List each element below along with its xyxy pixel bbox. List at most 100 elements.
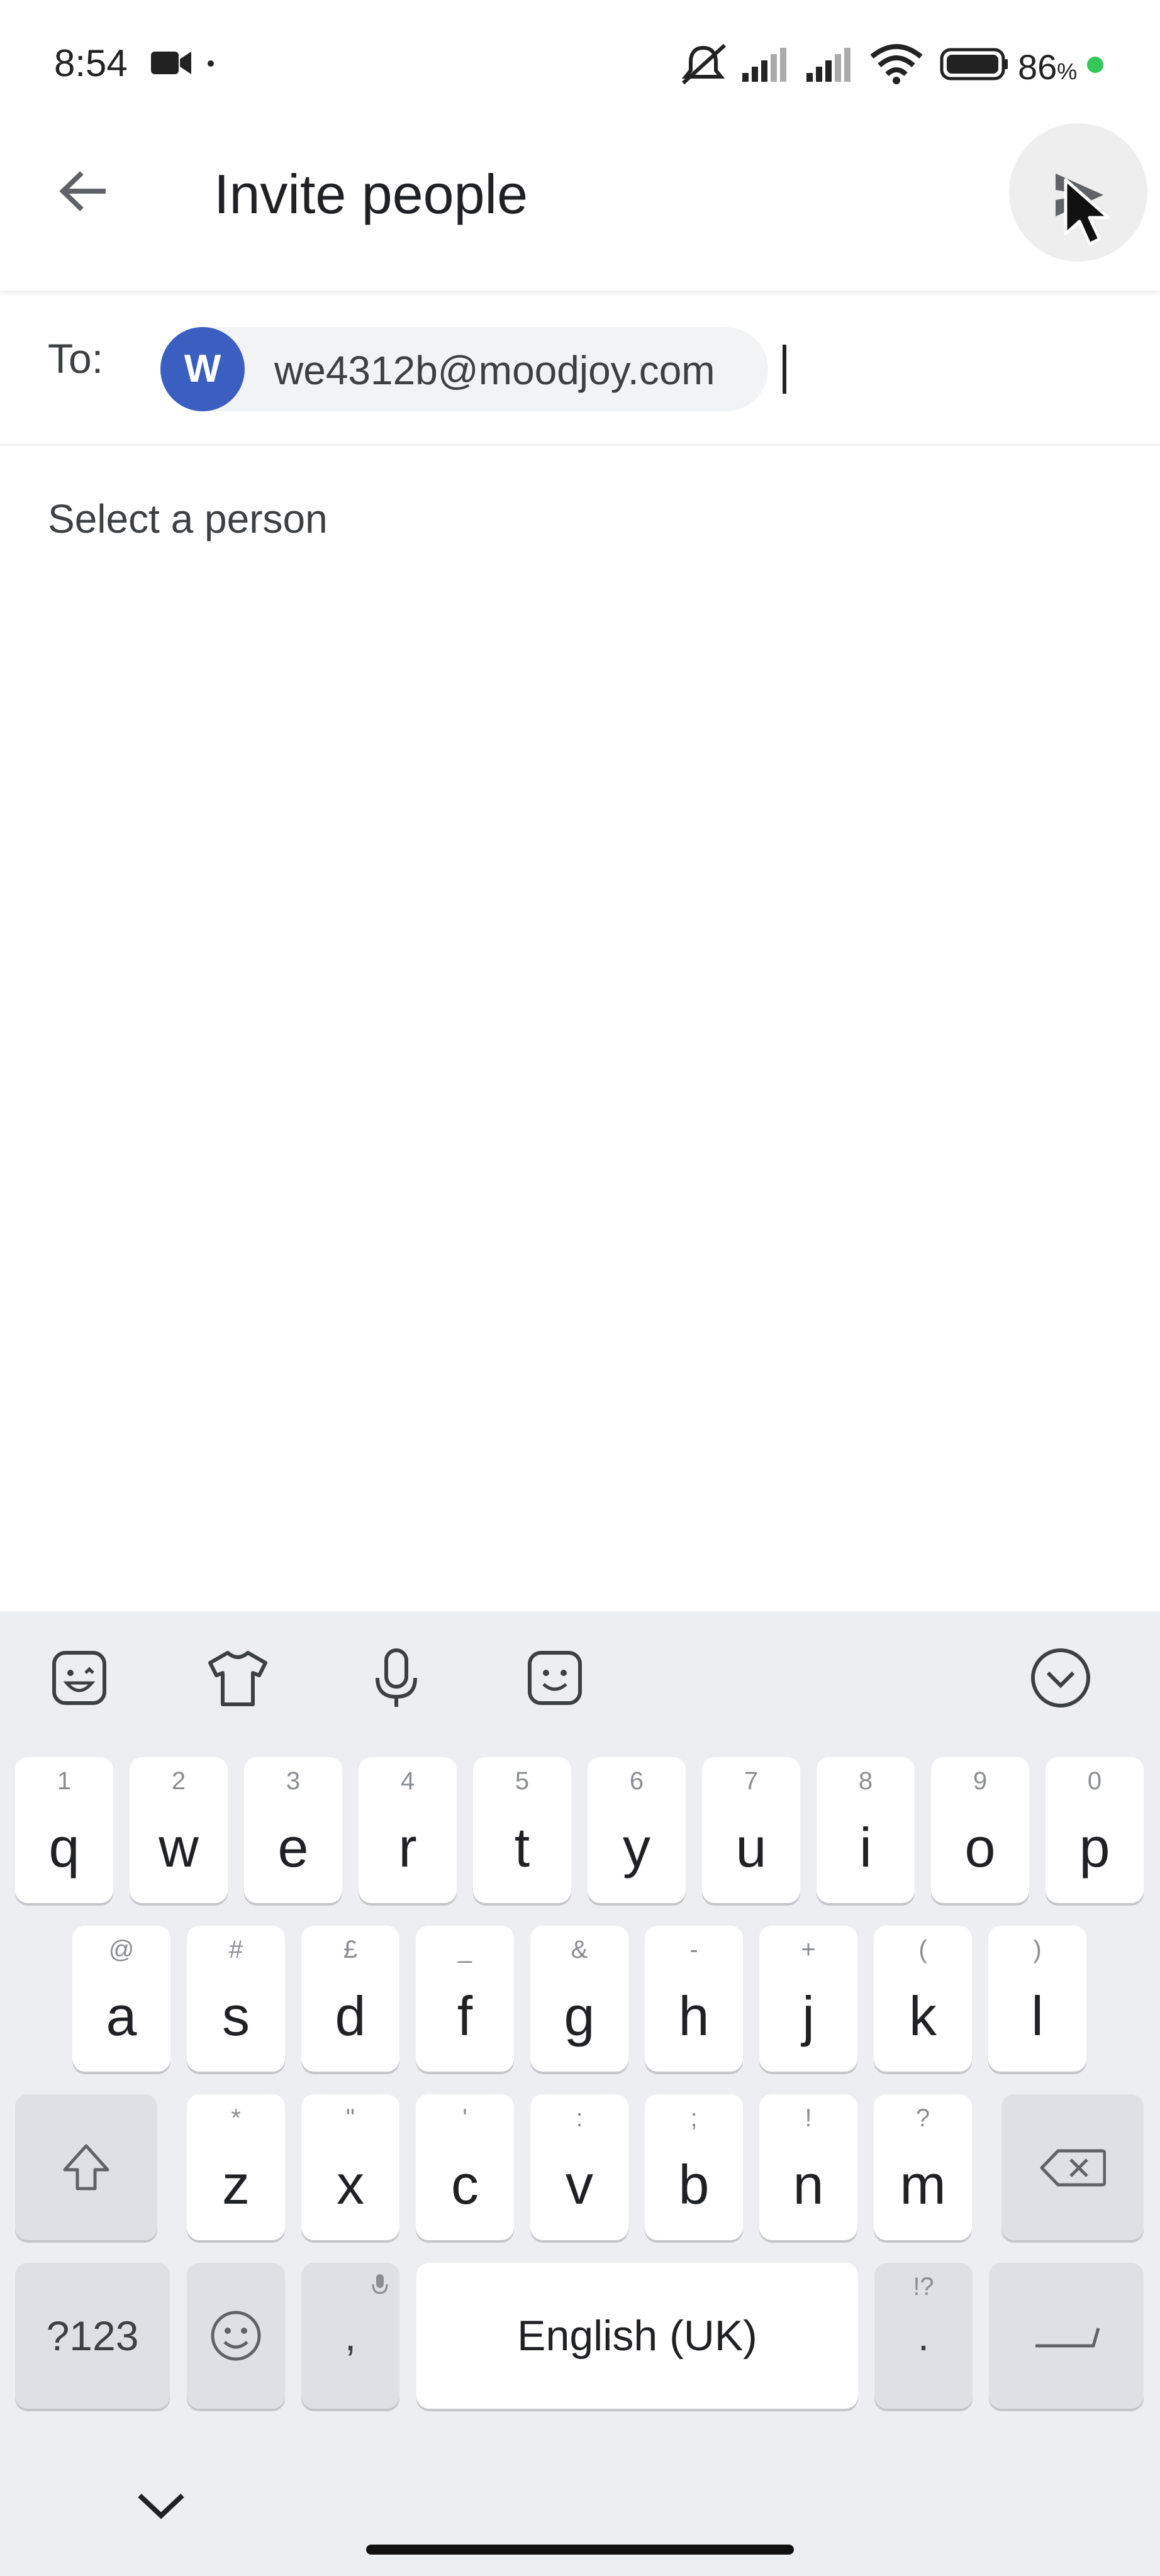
key-f[interactable]: _ f	[416, 1926, 514, 2072]
key-label: y	[623, 1816, 650, 1879]
signal-icon	[741, 45, 791, 83]
key-label: m	[900, 2153, 946, 2216]
shift-key[interactable]	[15, 2094, 157, 2240]
home-indicator[interactable]	[366, 2545, 794, 2555]
key-w[interactable]: 2w	[130, 1757, 228, 1903]
sticker-button[interactable]	[42, 1640, 117, 1716]
key-u[interactable]: 7u	[702, 1757, 800, 1903]
key-hint: 4	[400, 1767, 415, 1795]
space-key[interactable]: English (UK)	[416, 2263, 858, 2409]
key-label: c	[451, 2153, 479, 2216]
key-g[interactable]: & g	[530, 1926, 628, 2072]
key-hint: !	[805, 2104, 812, 2132]
key-hint: 6	[629, 1767, 644, 1795]
key-i[interactable]: 8i	[817, 1757, 915, 1903]
key-q[interactable]: 1q	[15, 1757, 113, 1903]
key-b[interactable]: ; b	[645, 2094, 743, 2240]
key-label: x	[337, 2153, 364, 2216]
text-cursor[interactable]	[783, 345, 786, 394]
key-label: a	[106, 1985, 137, 2047]
key-label: t	[514, 1816, 530, 1879]
key-hint: 3	[286, 1767, 301, 1795]
emoji-button[interactable]	[517, 1640, 593, 1716]
key-label: v	[566, 2153, 593, 2216]
shift-icon	[61, 2142, 111, 2192]
key-o[interactable]: 9o	[931, 1757, 1029, 1903]
key-hint: #	[228, 1936, 243, 1963]
avatar: W	[160, 327, 245, 411]
collapse-keyboard-button[interactable]	[1023, 1640, 1098, 1716]
key-d[interactable]: £ d	[301, 1926, 399, 2072]
video-camera-icon	[150, 48, 194, 78]
suggestions-heading: Select a person	[48, 496, 328, 541]
emoji-face-icon	[525, 1648, 585, 1708]
keyboard	[0, 1611, 1160, 2576]
emoji-key[interactable]	[187, 2263, 285, 2409]
divider	[0, 444, 1160, 446]
key-label: n	[793, 2153, 824, 2216]
mic-hint-icon	[371, 2273, 389, 2298]
comma-key[interactable]: ,	[301, 2263, 399, 2409]
voice-input-button[interactable]	[359, 1640, 434, 1716]
back-button[interactable]	[50, 158, 116, 224]
key-hint: '	[462, 2104, 467, 2132]
key-hint: 7	[744, 1767, 759, 1795]
key-z[interactable]: * z	[187, 2094, 285, 2240]
mouse-cursor-icon	[1063, 177, 1113, 248]
theme-shirt-icon	[206, 1648, 269, 1708]
recipient-email: we4312b@moodjoy.com	[274, 348, 715, 393]
key-label: g	[564, 1985, 595, 2047]
key-hint: &	[571, 1936, 588, 1963]
symbols-key[interactable]: ?123	[15, 2263, 170, 2409]
space-key-label: English (UK)	[517, 2312, 757, 2360]
enter-key[interactable]	[989, 2263, 1144, 2409]
backspace-icon	[1039, 2148, 1106, 2187]
key-hint: £	[343, 1936, 358, 1963]
theme-button[interactable]	[200, 1640, 276, 1716]
collapse-keyboard-icon	[1029, 1646, 1092, 1709]
backspace-key[interactable]	[1001, 2094, 1144, 2240]
key-v[interactable]: :v	[530, 2094, 628, 2240]
key-k[interactable]: (k	[874, 1926, 972, 2072]
key-t[interactable]: 5t	[473, 1757, 571, 1903]
key-p[interactable]: 0p	[1046, 1757, 1144, 1903]
key-j[interactable]: + j	[759, 1926, 857, 2072]
key-y[interactable]: 6y	[588, 1757, 686, 1903]
dot-icon	[208, 60, 214, 67]
key-hint: _	[457, 1936, 472, 1963]
key-x[interactable]: " x	[301, 2094, 399, 2240]
key-s[interactable]: # s	[187, 1926, 285, 2072]
key-label: z	[222, 2153, 250, 2216]
microphone-icon	[371, 1646, 421, 1709]
key-label: u	[735, 1816, 767, 1879]
key-label: p	[1079, 1816, 1110, 1879]
app-bar	[0, 126, 1160, 291]
key-label: w	[159, 1816, 199, 1879]
send-button[interactable]	[1009, 123, 1147, 262]
key-label: i	[859, 1816, 872, 1879]
key-n[interactable]: ! n	[759, 2094, 857, 2240]
arrow-back-icon	[58, 169, 108, 213]
smiley-icon	[209, 2309, 262, 2362]
key-label: f	[457, 1985, 473, 2047]
key-label: ?123	[46, 2312, 139, 2359]
page-title: Invite people	[214, 163, 528, 225]
mute-vibrate-icon	[677, 43, 730, 87]
sticker-icon	[49, 1648, 109, 1708]
key-hint: 2	[171, 1767, 186, 1795]
key-label: d	[335, 1985, 366, 2047]
hide-keyboard-button[interactable]	[130, 2483, 192, 2527]
battery-number: 86	[1018, 47, 1057, 87]
battery-icon	[940, 48, 1009, 80]
key-hint: "	[345, 2104, 355, 2132]
key-hint: ;	[690, 2104, 698, 2132]
key-h[interactable]: -h	[645, 1926, 743, 2072]
key-c[interactable]: ' c	[416, 2094, 514, 2240]
key-r[interactable]: 4r	[359, 1757, 457, 1903]
key-a[interactable]: @ a	[72, 1926, 170, 2072]
period-key[interactable]: !?.	[874, 2263, 973, 2409]
key-l[interactable]: ) l	[988, 1926, 1086, 2072]
key-m[interactable]: ? m	[874, 2094, 972, 2240]
key-e[interactable]: 3e	[244, 1757, 342, 1903]
key-hint: 9	[973, 1767, 988, 1795]
